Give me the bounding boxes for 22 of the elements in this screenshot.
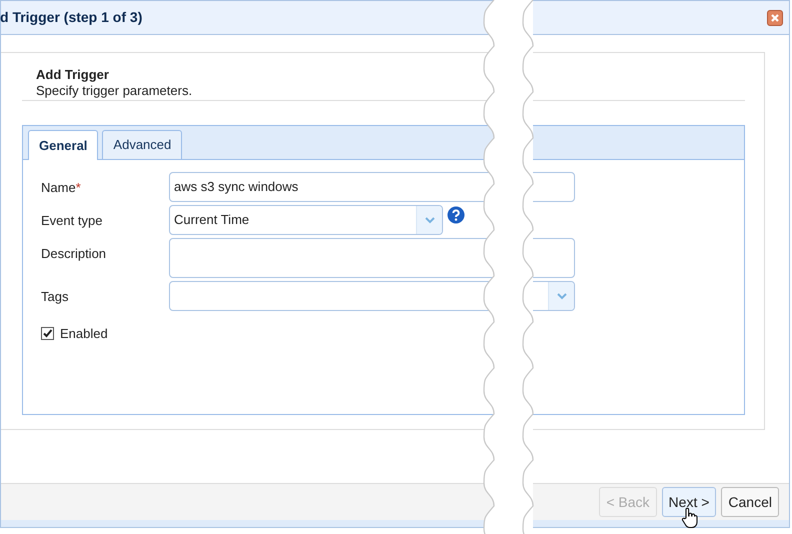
dialog-button[interactable]: Next >	[662, 487, 716, 517]
window-title: d Trigger (step 1 of 3)	[0, 8, 142, 27]
field-label: Event type	[41, 212, 104, 230]
field-value: Current Time	[174, 212, 250, 228]
chevron-down-icon	[556, 292, 566, 300]
dialog-button[interactable]: Cancel	[721, 487, 779, 517]
tab[interactable]: General	[28, 130, 98, 160]
help-icon[interactable]	[447, 206, 465, 224]
page-subtitle: Specify trigger parameters.	[36, 83, 194, 99]
dropdown-field[interactable]: Current Time	[169, 205, 443, 235]
field-label: Name*	[41, 179, 82, 197]
field-label: Description	[41, 245, 108, 263]
checkbox-label: Enabled	[60, 325, 108, 343]
close-icon	[770, 12, 780, 22]
checkbox[interactable]	[41, 327, 54, 340]
field-label: Tags	[41, 288, 70, 306]
tab[interactable]: Advanced	[102, 130, 182, 160]
page-heading: Add Trigger	[36, 67, 110, 83]
field-value: aws s3 sync windows	[174, 178, 298, 196]
chevron-down-icon	[424, 216, 434, 224]
dropdown-field[interactable]	[169, 281, 575, 311]
close-button[interactable]	[767, 10, 783, 26]
